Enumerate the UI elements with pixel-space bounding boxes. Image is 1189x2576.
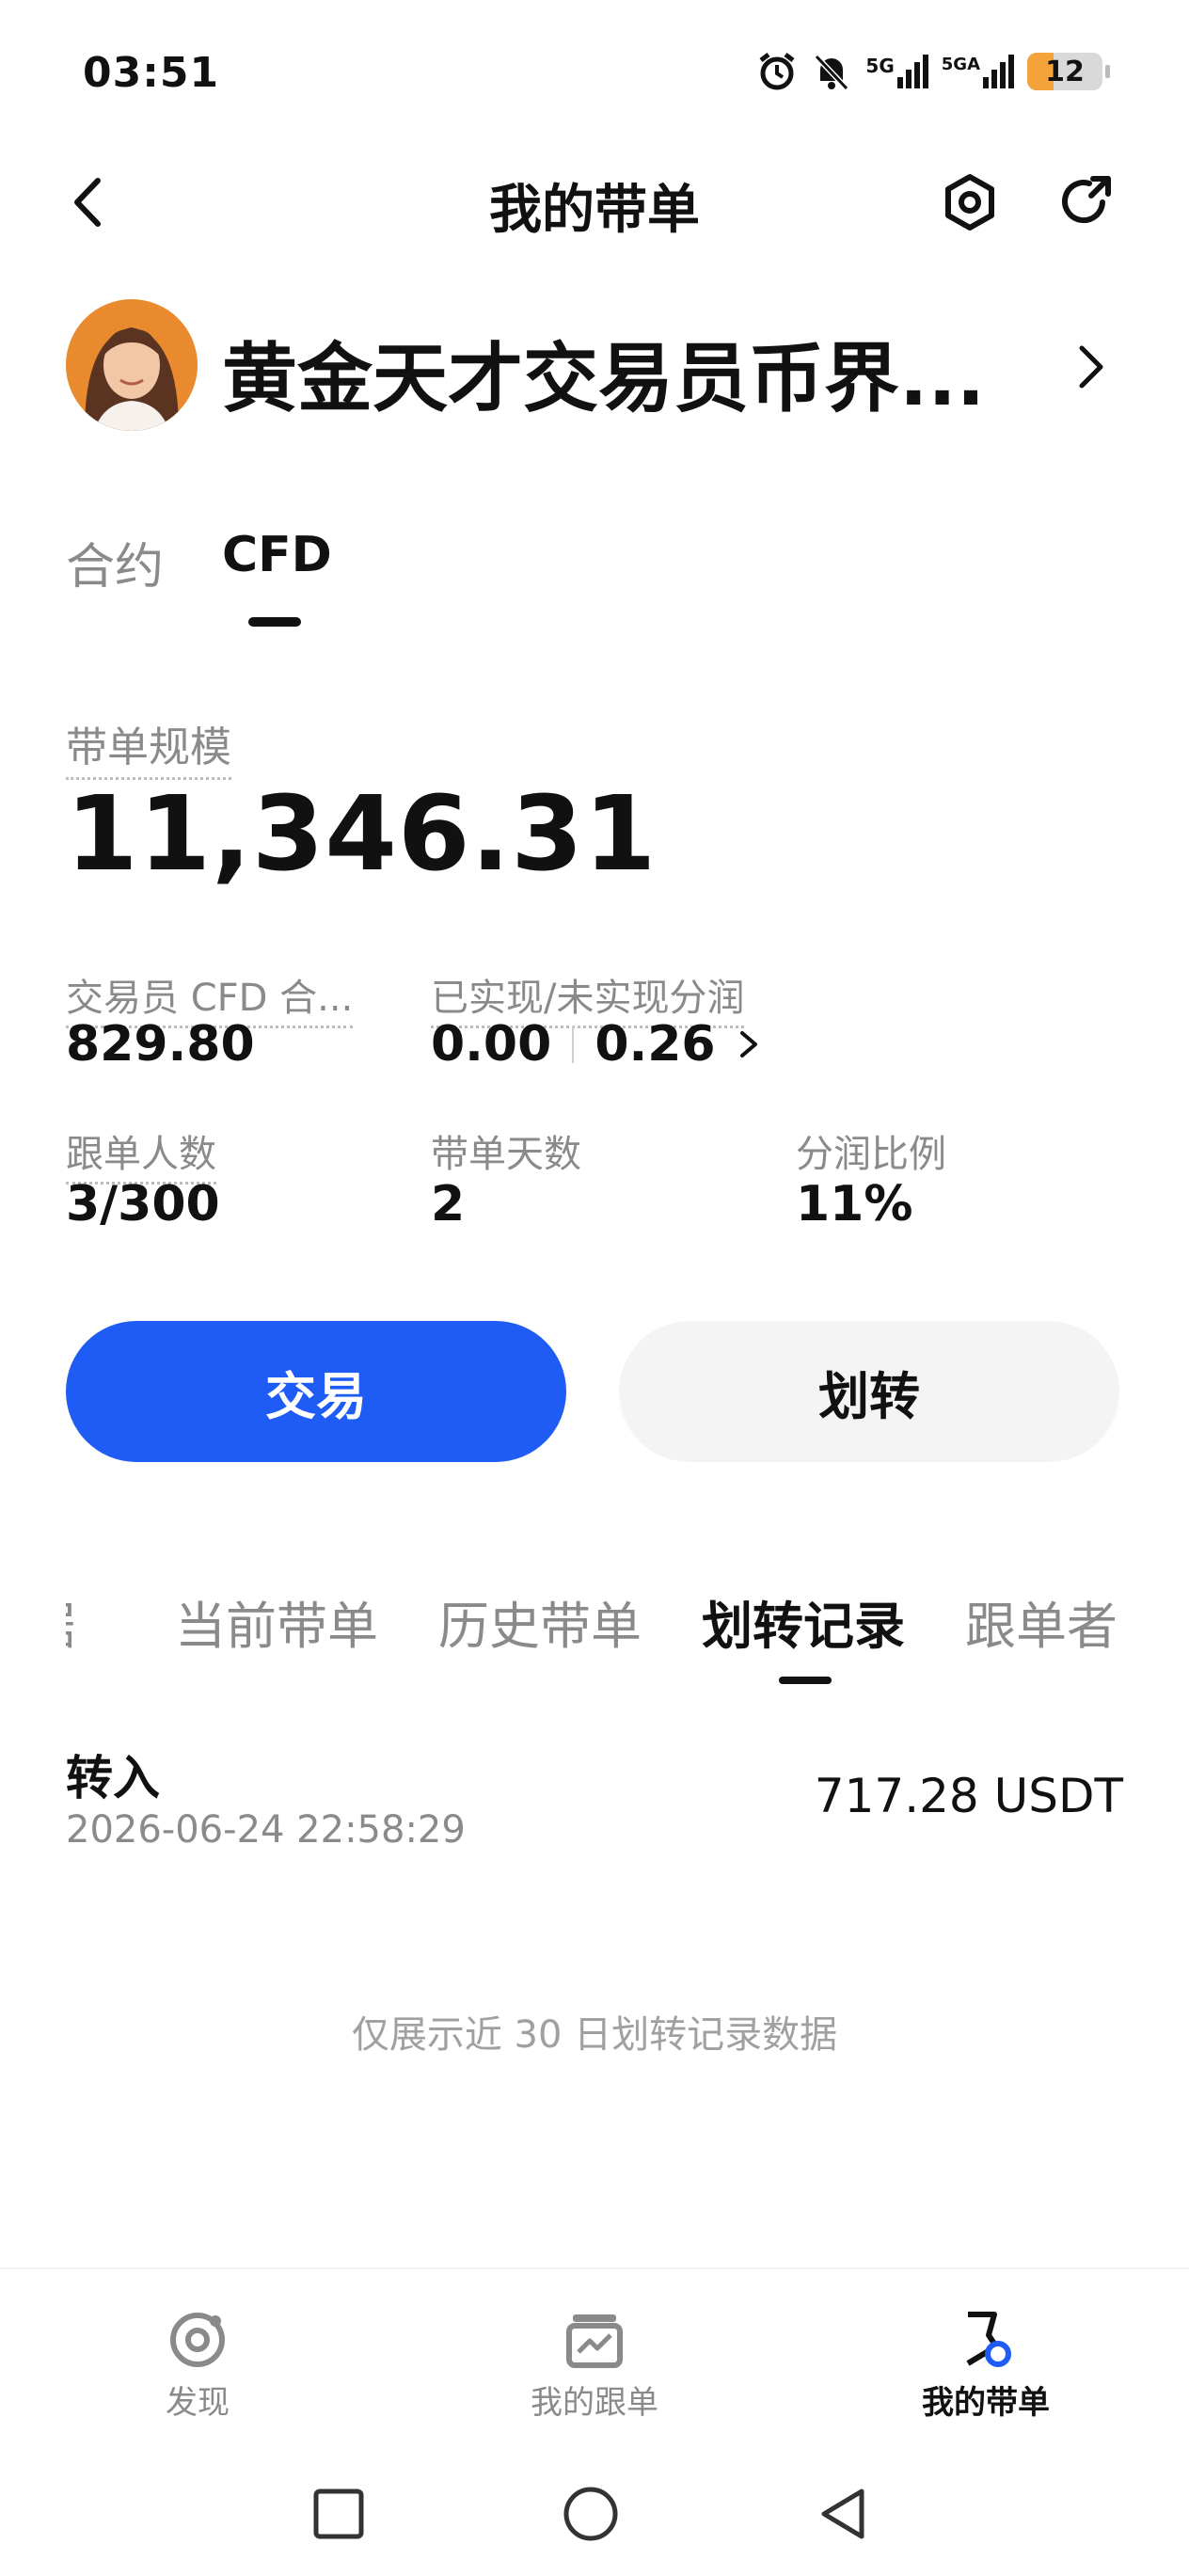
system-back-button[interactable] bbox=[815, 2486, 871, 2546]
transfer-button[interactable]: 划转 bbox=[619, 1321, 1119, 1462]
tab-data[interactable]: 据 bbox=[66, 1584, 75, 1659]
trade-button[interactable]: 交易 bbox=[66, 1321, 566, 1462]
nav-lead-trade[interactable]: 我的带单 bbox=[892, 2307, 1080, 2423]
tab-history-orders[interactable]: 历史带单 bbox=[438, 1584, 642, 1659]
system-home-button[interactable] bbox=[563, 2486, 619, 2546]
bottom-nav: 发现 我的跟单 我的带单 bbox=[0, 2267, 1189, 2576]
tab-cfd-indicator bbox=[248, 617, 301, 627]
profit-divider bbox=[572, 1026, 575, 1063]
chevron-right-icon bbox=[1079, 345, 1103, 389]
record-amount: 717.28 USDT bbox=[814, 1769, 1123, 1823]
tab-contract[interactable]: 合约 bbox=[66, 527, 164, 597]
signal-5ga: 5GA bbox=[942, 55, 1014, 88]
ratio-label: 分润比例 bbox=[796, 1133, 946, 1176]
square-icon bbox=[313, 2489, 364, 2539]
profile-name[interactable]: 黄金天才交易员币界... bbox=[222, 318, 985, 427]
circle-icon bbox=[563, 2487, 618, 2541]
mute-bell-icon bbox=[815, 54, 849, 91]
chevron-right-icon bbox=[739, 1031, 757, 1057]
network-label-1: 5G bbox=[865, 55, 895, 77]
nav-discover[interactable]: 发现 bbox=[122, 2307, 273, 2423]
status-time: 03:51 bbox=[83, 49, 220, 97]
nav-copy-trade[interactable]: 我的跟单 bbox=[500, 2307, 689, 2423]
copy-trade-icon bbox=[566, 2314, 623, 2368]
unrealized-value: 0.26 bbox=[594, 1016, 716, 1073]
alarm-icon bbox=[759, 53, 795, 90]
scale-label[interactable]: 带单规模 bbox=[66, 713, 231, 780]
profile-chevron[interactable] bbox=[1072, 339, 1110, 399]
tab-current-orders[interactable]: 当前带单 bbox=[175, 1584, 378, 1659]
tab-cfd[interactable]: CFD bbox=[222, 527, 332, 583]
profit-values[interactable]: 0.00 0.26 bbox=[431, 1016, 763, 1073]
scale-value: 11,346.31 bbox=[66, 773, 658, 894]
record-datetime: 2026-06-24 22:58:29 bbox=[66, 1808, 466, 1852]
status-icons: 5G 5GA 12 bbox=[756, 51, 1110, 92]
share-icon bbox=[1062, 176, 1111, 224]
tab-followers[interactable]: 跟单者 bbox=[965, 1584, 1118, 1659]
battery-indicator: 12 bbox=[1027, 53, 1110, 90]
settings-icon bbox=[945, 174, 994, 231]
trader-cfd-value: 829.80 bbox=[66, 1016, 255, 1073]
ratio-value: 11% bbox=[796, 1176, 913, 1232]
triangle-back-icon bbox=[821, 2489, 864, 2539]
nav-copy-trade-label: 我的跟单 bbox=[531, 2384, 658, 2422]
nav-lead-trade-label: 我的带单 bbox=[922, 2384, 1050, 2422]
days-label: 带单天数 bbox=[431, 1133, 581, 1176]
realized-value: 0.00 bbox=[431, 1016, 552, 1073]
nav-discover-label: 发现 bbox=[166, 2384, 230, 2422]
settings-button[interactable] bbox=[937, 169, 1003, 235]
tab-transfer-records[interactable]: 划转记录 bbox=[702, 1584, 905, 1659]
network-label-2: 5GA bbox=[941, 55, 980, 74]
page-title: 我的带单 bbox=[489, 180, 700, 241]
lead-trade-icon bbox=[966, 2312, 1011, 2367]
tab-transfer-indicator bbox=[779, 1677, 832, 1684]
records-notice: 仅展示近 30 日划转记录数据 bbox=[351, 2013, 838, 2057]
avatar[interactable] bbox=[66, 299, 198, 431]
days-value: 2 bbox=[431, 1176, 466, 1232]
system-recents-button[interactable] bbox=[312, 2488, 365, 2544]
sub-tabs: 据 当前带单 历史带单 划转记录 跟单者 bbox=[66, 1562, 1123, 1684]
list-item: 转入 2026-06-24 22:58:29 717.28 USDT bbox=[66, 1741, 1123, 1863]
discover-icon bbox=[170, 2313, 225, 2367]
followers-value: 3/300 bbox=[66, 1176, 220, 1232]
signal-5g: 5G bbox=[865, 55, 928, 88]
record-type: 转入 bbox=[66, 1751, 160, 1805]
share-button[interactable] bbox=[1054, 169, 1119, 235]
